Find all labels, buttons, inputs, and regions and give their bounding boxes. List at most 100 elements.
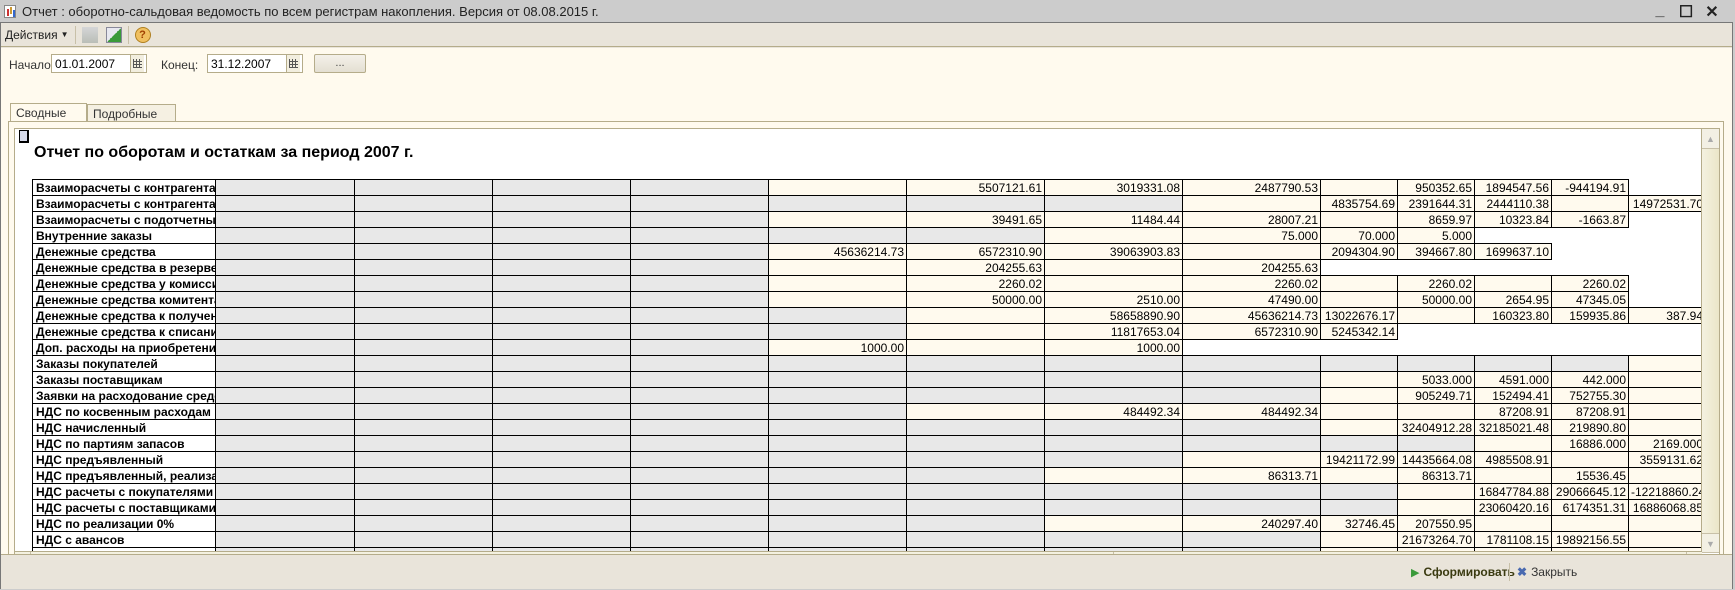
register-name[interactable]: Заказы поставщикам [32, 371, 216, 388]
register-name[interactable]: НДС предъявленный, реализация [32, 467, 216, 484]
value-cell[interactable]: 2654.95 [1474, 291, 1552, 308]
value-cell[interactable] [906, 403, 1045, 420]
value-cell[interactable] [1397, 435, 1475, 452]
value-cell[interactable]: 14435664.08 [1397, 451, 1475, 468]
value-cell[interactable]: 204255.63 [1182, 259, 1321, 276]
value-cell[interactable] [215, 307, 355, 324]
register-name[interactable]: Взаиморасчеты с контрагентами [32, 195, 216, 212]
value-cell[interactable] [630, 275, 769, 292]
value-cell[interactable]: 4591.000 [1474, 371, 1552, 388]
register-name[interactable]: Денежные средства к списанию [32, 323, 216, 340]
value-cell[interactable] [1628, 515, 1702, 532]
value-cell[interactable]: 11484.44 [1044, 211, 1183, 228]
value-cell[interactable] [1320, 499, 1398, 516]
value-cell[interactable] [630, 291, 769, 308]
value-cell[interactable] [354, 291, 493, 308]
value-cell[interactable] [1320, 211, 1398, 228]
end-date-input[interactable] [208, 56, 286, 71]
register-name[interactable]: Денежные средства в резерве [32, 259, 216, 276]
value-cell[interactable] [492, 179, 631, 196]
value-cell[interactable]: 14972531.70 [1628, 195, 1702, 212]
value-cell[interactable] [1044, 499, 1183, 516]
close-button[interactable]: ✖ Закрыть [1517, 565, 1577, 579]
maximize-button[interactable]: ☐ [1677, 2, 1695, 22]
value-cell[interactable] [768, 467, 907, 484]
value-cell[interactable]: 219890.80 [1551, 419, 1629, 436]
calendar-icon[interactable] [286, 55, 300, 72]
value-cell[interactable]: 47345.05 [1551, 291, 1629, 308]
value-cell[interactable] [1044, 515, 1183, 532]
register-name[interactable]: Внутренние заказы [32, 227, 216, 244]
value-cell[interactable]: 8659.97 [1397, 211, 1475, 228]
value-cell[interactable]: 11817653.04 [1044, 323, 1183, 340]
value-cell[interactable]: 16886068.85 [1628, 499, 1702, 516]
value-cell[interactable] [1628, 403, 1702, 420]
value-cell[interactable]: 19421172.99 [1320, 451, 1398, 468]
register-name[interactable]: НДС по реализации 0% [32, 515, 216, 532]
value-cell[interactable] [906, 419, 1045, 436]
value-cell[interactable]: 75.000 [1182, 227, 1321, 244]
value-cell[interactable] [492, 419, 631, 436]
register-name[interactable]: Взаиморасчеты с контрагентами [32, 179, 216, 196]
value-cell[interactable] [492, 371, 631, 388]
value-cell[interactable] [630, 179, 769, 196]
value-cell[interactable] [1397, 307, 1475, 324]
value-cell[interactable] [492, 483, 631, 500]
value-cell[interactable]: 3559131.62 [1628, 451, 1702, 468]
value-cell[interactable]: 2487790.53 [1182, 179, 1321, 196]
generate-button[interactable]: ▶ Сформировать [1411, 565, 1515, 579]
value-cell[interactable] [768, 531, 907, 548]
value-cell[interactable] [215, 259, 355, 276]
register-name[interactable]: НДС по косвенным расходам [32, 403, 216, 420]
value-cell[interactable] [215, 419, 355, 436]
value-cell[interactable] [492, 323, 631, 340]
value-cell[interactable]: 5507121.61 [906, 179, 1045, 196]
value-cell[interactable]: 29066645.12 [1551, 483, 1629, 500]
value-cell[interactable] [1182, 243, 1321, 260]
tab-summary-totals[interactable]: Сводные итоги [10, 103, 87, 134]
value-cell[interactable] [1551, 515, 1629, 532]
value-cell[interactable]: 2510.00 [1044, 291, 1183, 308]
value-cell[interactable]: 39063903.83 [1044, 243, 1183, 260]
value-cell[interactable] [768, 211, 907, 228]
value-cell[interactable]: 23060420.16 [1474, 499, 1552, 516]
value-cell[interactable] [492, 307, 631, 324]
register-name[interactable]: Заявки на расходование средств [32, 387, 216, 404]
value-cell[interactable] [1397, 499, 1475, 516]
value-cell[interactable]: 32404912.28 [1397, 419, 1475, 436]
value-cell[interactable] [630, 435, 769, 452]
value-cell[interactable]: 2260.02 [1182, 275, 1321, 292]
value-cell[interactable] [1320, 275, 1398, 292]
register-name[interactable]: НДС предъявленный [32, 451, 216, 468]
value-cell[interactable]: 1894547.56 [1474, 179, 1552, 196]
value-cell[interactable] [630, 355, 769, 372]
value-cell[interactable]: 2260.02 [1551, 275, 1629, 292]
value-cell[interactable] [354, 179, 493, 196]
value-cell[interactable] [354, 323, 493, 340]
value-cell[interactable]: 204255.63 [906, 259, 1045, 276]
value-cell[interactable] [630, 387, 769, 404]
value-cell[interactable]: 240297.40 [1182, 515, 1321, 532]
value-cell[interactable] [768, 323, 907, 340]
value-cell[interactable] [768, 227, 907, 244]
value-cell[interactable] [1044, 387, 1183, 404]
value-cell[interactable] [768, 483, 907, 500]
value-cell[interactable] [1320, 371, 1398, 388]
value-cell[interactable] [215, 515, 355, 532]
value-cell[interactable] [354, 371, 493, 388]
value-cell[interactable] [354, 531, 493, 548]
close-window-button[interactable]: ✕ [1703, 2, 1721, 22]
value-cell[interactable] [906, 387, 1045, 404]
value-cell[interactable]: 442.000 [1551, 371, 1629, 388]
value-cell[interactable] [1320, 403, 1398, 420]
value-cell[interactable]: 387.94 [1628, 307, 1702, 324]
value-cell[interactable] [768, 355, 907, 372]
value-cell[interactable] [1044, 371, 1183, 388]
value-cell[interactable] [906, 371, 1045, 388]
value-cell[interactable]: 39491.65 [906, 211, 1045, 228]
save-settings-button[interactable] [102, 25, 126, 45]
value-cell[interactable] [215, 467, 355, 484]
value-cell[interactable] [630, 531, 769, 548]
value-cell[interactable] [1628, 419, 1702, 436]
value-cell[interactable] [1628, 467, 1702, 484]
